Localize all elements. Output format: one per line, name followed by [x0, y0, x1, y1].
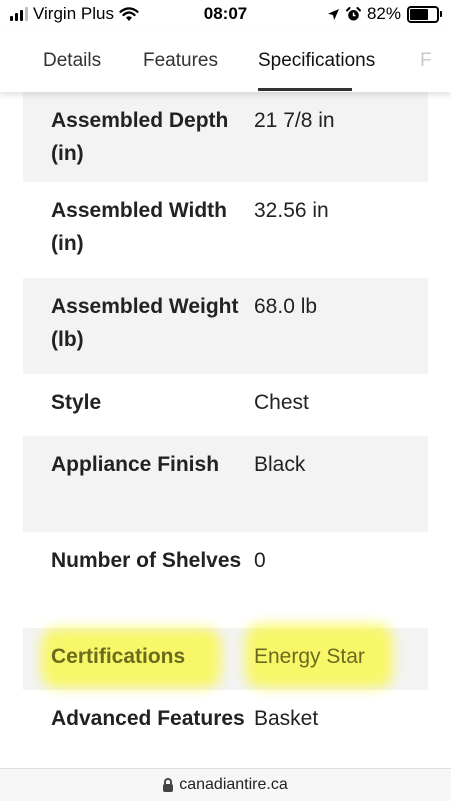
status-bar: Virgin Plus 08:07 82%: [0, 0, 451, 30]
carrier-name: Virgin Plus: [33, 4, 114, 23]
spec-label: Style: [51, 391, 102, 414]
battery-fill: [410, 8, 428, 20]
signal-icon: [10, 7, 28, 21]
url-bar[interactable]: canadiantire.ca: [0, 768, 451, 801]
spec-table: Assembled Depth (in) 21 7/8 in Assembled…: [23, 92, 428, 780]
spec-value: 68.0 lb: [254, 295, 318, 318]
spec-value: 32.56 in: [254, 199, 329, 222]
wifi-icon: [119, 6, 139, 21]
battery-percent: 82%: [366, 4, 401, 23]
tab-details[interactable]: Details: [43, 50, 101, 72]
url-domain: canadiantire.ca: [179, 776, 288, 793]
spec-label: Assembled Width (in): [51, 199, 227, 255]
spec-value: 21 7/8 in: [254, 109, 335, 132]
spec-value: Energy Star: [254, 645, 365, 668]
spec-row-advanced-features: Advanced Features Basket: [23, 690, 428, 780]
tab-partial[interactable]: F: [420, 50, 432, 72]
spec-row-number-of-shelves: Number of Shelves 0: [23, 532, 428, 628]
section-tabs: Details Features Specifications F: [0, 30, 451, 92]
tab-features[interactable]: Features: [143, 50, 218, 72]
status-right: 82%: [327, 4, 442, 24]
spec-row-style: Style Chest: [23, 374, 428, 436]
spec-label: Certifications: [51, 645, 186, 668]
spec-value: Chest: [254, 391, 309, 414]
spec-row-assembled-depth: Assembled Depth (in) 21 7/8 in: [23, 92, 428, 182]
tab-specifications[interactable]: Specifications: [258, 50, 375, 72]
spec-label: Number of Shelves: [51, 549, 242, 572]
spec-label: Assembled Depth (in): [51, 109, 229, 165]
alarm-icon: [345, 6, 361, 21]
spec-value: 0: [254, 549, 266, 572]
location-arrow-icon: [327, 8, 339, 20]
spec-label: Assembled Weight (lb): [51, 295, 239, 351]
battery-icon: [407, 5, 442, 23]
lock-icon: [163, 777, 174, 792]
spec-label: Appliance Finish: [51, 453, 220, 476]
spec-value: Black: [254, 453, 306, 476]
spec-row-assembled-width: Assembled Width (in) 32.56 in: [23, 182, 428, 278]
active-tab-indicator: [258, 88, 352, 91]
status-left: Virgin Plus: [10, 4, 139, 24]
spec-row-certifications: Certifications Energy Star: [23, 624, 428, 690]
spec-row-assembled-weight: Assembled Weight (lb) 68.0 lb: [23, 278, 428, 374]
spec-row-appliance-finish: Appliance Finish Black: [23, 436, 428, 532]
